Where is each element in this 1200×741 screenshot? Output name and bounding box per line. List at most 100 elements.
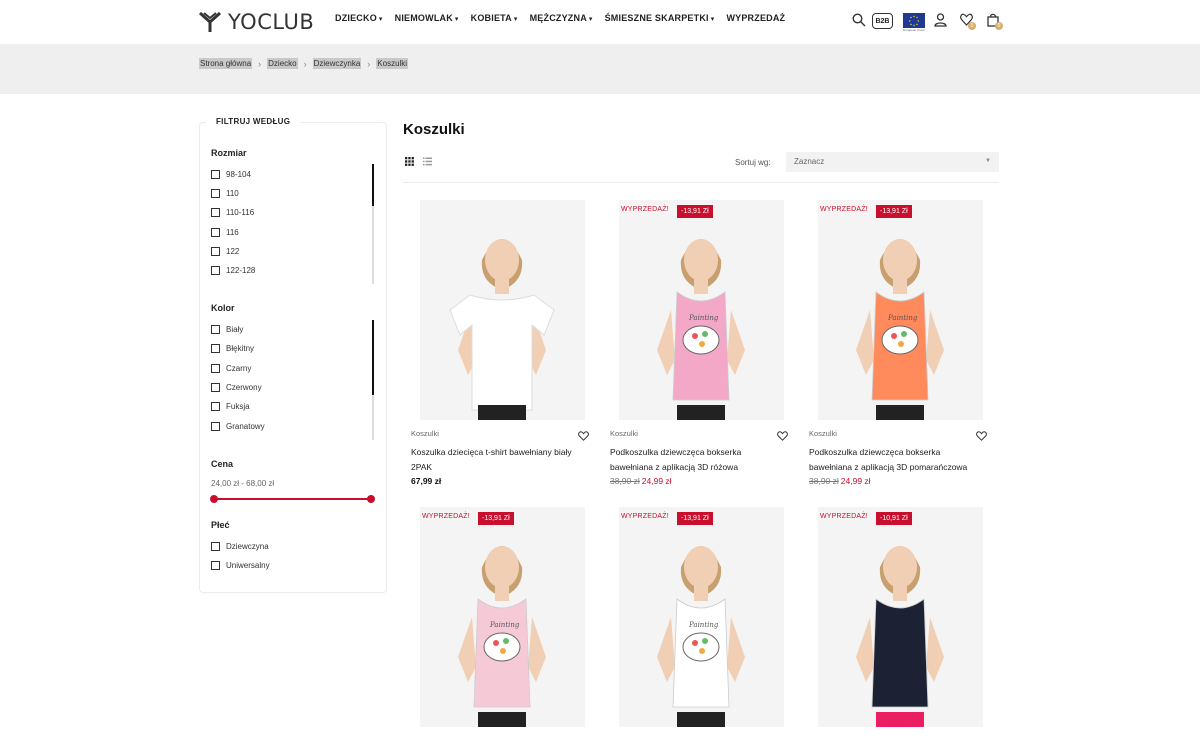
breadcrumb-dziewczynka[interactable]: Dziewczynka xyxy=(312,58,362,69)
chevron-down-icon: ▼ xyxy=(985,158,991,164)
checkbox[interactable] xyxy=(211,189,220,198)
breadcrumb-dziecko[interactable]: Dziecko xyxy=(267,58,298,69)
product-category[interactable]: Koszulki xyxy=(809,429,837,438)
checkbox[interactable] xyxy=(211,422,220,431)
chevron-down-icon: ▾ xyxy=(513,16,518,23)
discount-badge: -10,91 Zł xyxy=(876,512,912,525)
checkbox[interactable] xyxy=(211,561,220,570)
checkbox[interactable] xyxy=(211,383,220,392)
regular-price: 67,99 zł xyxy=(411,476,442,486)
product-image[interactable]: Painting xyxy=(420,507,585,727)
checkbox[interactable] xyxy=(211,247,220,256)
price-slider-max-handle[interactable] xyxy=(367,495,375,503)
product-image[interactable]: Painting xyxy=(619,200,784,420)
product-name[interactable]: Koszulka dziecięca t-shirt bawełniany bi… xyxy=(411,445,583,475)
discount-badge: -13,91 Zł xyxy=(478,512,514,525)
filter-color-option[interactable]: Biały xyxy=(211,325,243,334)
nav-item-kobieta[interactable]: KOBIETA ▾ xyxy=(471,13,518,23)
product-name[interactable]: Podkoszulka dziewczęca bokserka bawełnia… xyxy=(610,445,782,475)
product-category[interactable]: Koszulki xyxy=(411,429,439,438)
yoclub-logo-icon xyxy=(198,11,222,32)
filter-color-option[interactable]: Granatowy xyxy=(211,422,265,431)
filter-price-title: Cena xyxy=(211,459,234,469)
product-price: 38,90 zł 24,99 zł xyxy=(610,476,672,486)
svg-text:Painting: Painting xyxy=(887,314,918,322)
color-scrollbar-thumb[interactable] xyxy=(372,320,374,395)
filter-size-option[interactable]: 98-104 xyxy=(211,170,251,179)
sale-badge: WYPRZEDAŻ! xyxy=(422,513,470,520)
filter-gender-option[interactable]: Dziewczyna xyxy=(211,542,269,551)
add-to-wishlist-heart-icon[interactable] xyxy=(777,428,788,446)
price-slider-min-handle[interactable] xyxy=(210,495,218,503)
filter-size-option[interactable]: 116 xyxy=(211,228,239,237)
nav-item-skarpetki[interactable]: ŚMIESZNE SKARPETKI ▾ xyxy=(605,13,715,23)
filter-color-option[interactable]: Czarny xyxy=(211,364,251,373)
sale-price: 24,99 zł xyxy=(641,476,672,486)
search-icon[interactable] xyxy=(852,13,866,27)
checkbox[interactable] xyxy=(211,344,220,353)
svg-text:Painting: Painting xyxy=(688,621,719,629)
filter-color-option[interactable]: Fuksja xyxy=(211,402,250,411)
breadcrumb: Strona główna › Dziecko › Dziewczynka › … xyxy=(199,58,409,69)
filter-color-option[interactable]: Czerwony xyxy=(211,383,262,392)
list-view-icon[interactable] xyxy=(423,157,432,166)
product-price: 67,99 zł xyxy=(411,476,441,486)
breadcrumb-band xyxy=(0,44,1200,94)
toolbar-divider xyxy=(403,182,999,183)
discount-badge: -13,91 Zł xyxy=(876,205,912,218)
price-range-label: 24,00 zł - 68,00 zł xyxy=(211,479,275,488)
add-to-wishlist-heart-icon[interactable] xyxy=(578,428,589,446)
product-image[interactable]: Painting xyxy=(818,200,983,420)
nav-item-wyprzedaz[interactable]: WYPRZEDAŻ xyxy=(726,13,785,23)
old-price: 38,90 zł xyxy=(809,476,839,486)
sale-price: 24,99 zł xyxy=(840,476,871,486)
checkbox[interactable] xyxy=(211,208,220,217)
svg-text:Painting: Painting xyxy=(688,314,719,322)
size-scrollbar-thumb[interactable] xyxy=(372,164,374,206)
chevron-down-icon: ▾ xyxy=(710,16,715,23)
main-nav: DZIECKO ▾ NIEMOWLAK ▾ KOBIETA ▾ MĘŻCZYZNA ▾ … xyxy=(335,13,785,23)
checkbox[interactable] xyxy=(211,402,220,411)
grid-view-icon[interactable] xyxy=(405,157,414,166)
add-to-wishlist-heart-icon[interactable] xyxy=(976,428,987,446)
chevron-right-icon: › xyxy=(258,58,262,69)
chevron-down-icon: ▾ xyxy=(378,16,383,23)
filter-color-option[interactable]: Błękitny xyxy=(211,344,254,353)
old-price: 38,90 zł xyxy=(610,476,640,486)
sale-badge: WYPRZEDAŻ! xyxy=(621,206,669,213)
wishlist-count-badge: 0 xyxy=(968,22,976,30)
breadcrumb-home[interactable]: Strona główna xyxy=(199,58,253,69)
product-image[interactable] xyxy=(420,200,585,420)
chevron-right-icon: › xyxy=(303,58,307,69)
price-slider-track[interactable] xyxy=(214,498,371,500)
discount-badge: -13,91 Zł xyxy=(677,205,713,218)
sort-select[interactable]: Zaznacz ▼ xyxy=(786,152,999,172)
chevron-right-icon: › xyxy=(367,58,371,69)
b2b-button[interactable]: B2B xyxy=(872,13,893,29)
sale-badge: WYPRZEDAŻ! xyxy=(820,206,868,213)
checkbox[interactable] xyxy=(211,266,220,275)
filter-size-option[interactable]: 110 xyxy=(211,189,239,198)
product-image[interactable] xyxy=(818,507,983,727)
svg-text:Painting: Painting xyxy=(489,621,520,629)
checkbox[interactable] xyxy=(211,228,220,237)
account-icon[interactable] xyxy=(934,13,947,27)
filter-gender-option[interactable]: Uniwersalny xyxy=(211,561,270,570)
checkbox[interactable] xyxy=(211,364,220,373)
logo[interactable]: YOCLUB xyxy=(198,10,314,34)
checkbox[interactable] xyxy=(211,542,220,551)
product-name[interactable]: Podkoszulka dziewczęca bokserka bawełnia… xyxy=(809,445,981,475)
product-image[interactable]: Painting xyxy=(619,507,784,727)
filter-size-option[interactable]: 122-128 xyxy=(211,266,255,275)
breadcrumb-current: Koszulki xyxy=(376,58,409,69)
nav-item-mezczyzna[interactable]: MĘŻCZYZNA ▾ xyxy=(530,13,593,23)
product-category[interactable]: Koszulki xyxy=(610,429,638,438)
checkbox[interactable] xyxy=(211,170,220,179)
checkbox[interactable] xyxy=(211,325,220,334)
filter-size-option[interactable]: 110-116 xyxy=(211,208,254,217)
filter-size-option[interactable]: 122 xyxy=(211,247,239,256)
sort-label: Sortuj wg: xyxy=(735,158,771,167)
cart-count-badge: 0 xyxy=(995,22,1003,30)
nav-item-dziecko[interactable]: DZIECKO ▾ xyxy=(335,13,383,23)
nav-item-niemowlak[interactable]: NIEMOWLAK ▾ xyxy=(395,13,459,23)
